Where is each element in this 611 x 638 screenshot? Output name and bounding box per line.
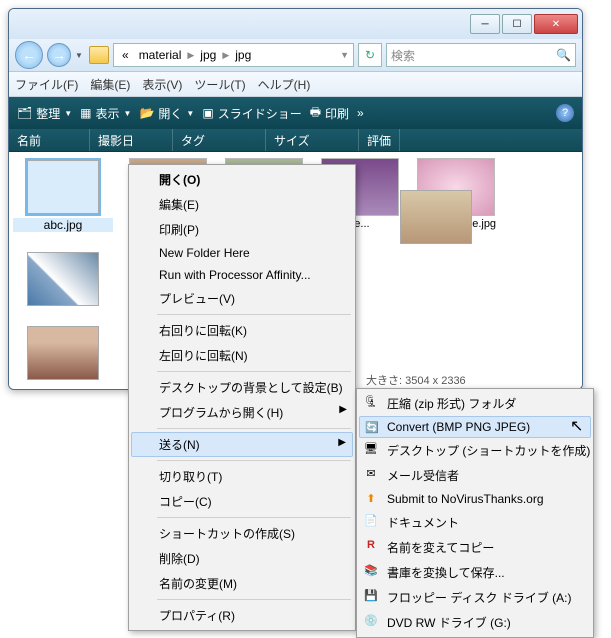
maximize-button[interactable]: ☐ bbox=[502, 14, 532, 34]
send-novirus[interactable]: ⬆Submit to NoVirusThanks.org bbox=[359, 488, 591, 510]
shield-icon: ⬆ bbox=[363, 490, 379, 506]
ctx-wallpaper[interactable]: デスクトップの背景として設定(B) bbox=[131, 375, 353, 400]
back-button[interactable]: ← bbox=[15, 41, 43, 69]
forward-button[interactable]: → bbox=[47, 43, 71, 67]
chevron-right-icon[interactable]: ▶ bbox=[187, 50, 194, 61]
breadcrumb[interactable]: « material ▶ jpg ▶ jpg ▼ bbox=[113, 43, 354, 67]
send-convsave[interactable]: 📚書庫を変換して保存... bbox=[359, 560, 591, 585]
breadcrumb-part[interactable]: jpg bbox=[196, 48, 220, 62]
send-mail[interactable]: ✉メール受信者 bbox=[359, 463, 591, 488]
send-docs[interactable]: 📄ドキュメント bbox=[359, 510, 591, 535]
archive-icon: 📚 bbox=[363, 562, 379, 578]
ctx-rename[interactable]: 名前の変更(M) bbox=[131, 571, 353, 596]
breadcrumb-part[interactable]: jpg bbox=[231, 48, 255, 62]
dvd-icon: 💿 bbox=[363, 612, 379, 628]
status-dimensions: 大きさ: 3504 x 2336 bbox=[366, 372, 466, 388]
breadcrumb-lead: « bbox=[118, 48, 133, 62]
chevron-down-icon[interactable]: ▼ bbox=[340, 50, 349, 60]
ctx-edit[interactable]: 編集(E) bbox=[131, 192, 353, 217]
ctx-newfolder[interactable]: New Folder Here bbox=[131, 242, 353, 264]
sendto-submenu: 🗜圧縮 (zip 形式) フォルダ 🔄Convert (BMP PNG JPEG… bbox=[356, 388, 594, 638]
convert-icon: 🔄 bbox=[364, 419, 380, 435]
send-renamecopy[interactable]: R名前を変えてコピー bbox=[359, 535, 591, 560]
docs-icon: 📄 bbox=[363, 512, 379, 528]
ctx-print[interactable]: 印刷(P) bbox=[131, 217, 353, 242]
help-icon[interactable]: ? bbox=[556, 104, 574, 122]
menu-tools[interactable]: ツール(T) bbox=[194, 76, 245, 93]
header-tag[interactable]: タグ bbox=[173, 129, 266, 151]
breadcrumb-part[interactable]: material bbox=[135, 48, 186, 62]
header-rating[interactable]: 評価 bbox=[359, 129, 400, 151]
ctx-properties[interactable]: プロパティ(R) bbox=[131, 603, 353, 628]
send-desktop[interactable]: 🖥デスクトップ (ショートカットを作成) bbox=[359, 438, 591, 463]
floppy-icon: 💾 bbox=[363, 587, 379, 603]
send-zip[interactable]: 🗜圧縮 (zip 形式) フォルダ bbox=[359, 391, 591, 416]
search-icon: 🔍 bbox=[556, 48, 571, 62]
minimize-button[interactable]: ─ bbox=[470, 14, 500, 34]
nav-history-dropdown[interactable]: ▼ bbox=[75, 51, 85, 60]
menu-file[interactable]: ファイル(F) bbox=[15, 76, 78, 93]
ctx-copy[interactable]: コピー(C) bbox=[131, 489, 353, 514]
file-thumb[interactable] bbox=[13, 326, 113, 380]
send-dvdrw[interactable]: 💿DVD RW ドライブ (G:) bbox=[359, 610, 591, 635]
header-size[interactable]: サイズ bbox=[266, 129, 359, 151]
file-thumb[interactable] bbox=[13, 252, 113, 306]
menu-view[interactable]: 表示(V) bbox=[142, 76, 182, 93]
titlebar: ─ ☐ ✕ bbox=[9, 9, 582, 39]
thumb-image bbox=[27, 326, 99, 380]
chevron-right-icon[interactable]: ▶ bbox=[222, 50, 229, 61]
folder-icon bbox=[89, 46, 109, 64]
header-name[interactable]: 名前 bbox=[9, 129, 90, 151]
thumb-image bbox=[27, 160, 99, 214]
more-button[interactable]: » bbox=[357, 106, 364, 120]
refresh-button[interactable]: ↻ bbox=[358, 43, 382, 67]
close-button[interactable]: ✕ bbox=[534, 14, 578, 34]
file-label: abc.jpg bbox=[13, 218, 113, 232]
ctx-delete[interactable]: 削除(D) bbox=[131, 546, 353, 571]
file-thumb-selected[interactable]: abc.jpg bbox=[13, 160, 113, 232]
ctx-affinity[interactable]: Run with Processor Affinity... bbox=[131, 264, 353, 286]
menu-help[interactable]: ヘルプ(H) bbox=[258, 76, 311, 93]
ctx-sendto[interactable]: 送る(N)▶ bbox=[131, 432, 353, 457]
print-button[interactable]: 🖶印刷 bbox=[310, 103, 349, 124]
zip-icon: 🗜 bbox=[363, 393, 379, 409]
ctx-openwith[interactable]: プログラムから開く(H)▶ bbox=[131, 400, 353, 425]
context-menu: 開く(O) 編集(E) 印刷(P) New Folder Here Run wi… bbox=[128, 164, 356, 631]
ctx-rotate-right[interactable]: 右回りに回転(K) bbox=[131, 318, 353, 343]
desktop-icon: 🖥 bbox=[363, 440, 379, 456]
thumb-image bbox=[27, 252, 99, 306]
ctx-preview[interactable]: プレビュー(V) bbox=[131, 286, 353, 311]
ctx-open[interactable]: 開く(O) bbox=[131, 167, 353, 192]
view-button[interactable]: ▦表示▼ bbox=[80, 105, 131, 122]
column-headers: 名前 撮影日 タグ サイズ 評価 bbox=[9, 129, 582, 152]
file-thumb[interactable] bbox=[400, 190, 472, 244]
mail-icon: ✉ bbox=[363, 465, 379, 481]
header-date[interactable]: 撮影日 bbox=[90, 129, 173, 151]
menu-edit[interactable]: 編集(E) bbox=[90, 76, 130, 93]
search-placeholder: 検索 bbox=[391, 47, 415, 64]
rename-icon: R bbox=[363, 537, 379, 553]
slideshow-button[interactable]: ▣スライドショー bbox=[202, 105, 301, 122]
organize-button[interactable]: 🗂整理▼ bbox=[17, 105, 72, 122]
search-input[interactable]: 検索 🔍 bbox=[386, 43, 576, 67]
open-button[interactable]: 📂開く▼ bbox=[139, 105, 194, 122]
send-convert[interactable]: 🔄Convert (BMP PNG JPEG) bbox=[359, 416, 591, 438]
ctx-cut[interactable]: 切り取り(T) bbox=[131, 464, 353, 489]
ctx-shortcut[interactable]: ショートカットの作成(S) bbox=[131, 521, 353, 546]
send-floppy[interactable]: 💾フロッピー ディスク ドライブ (A:) bbox=[359, 585, 591, 610]
ctx-rotate-left[interactable]: 左回りに回転(N) bbox=[131, 343, 353, 368]
